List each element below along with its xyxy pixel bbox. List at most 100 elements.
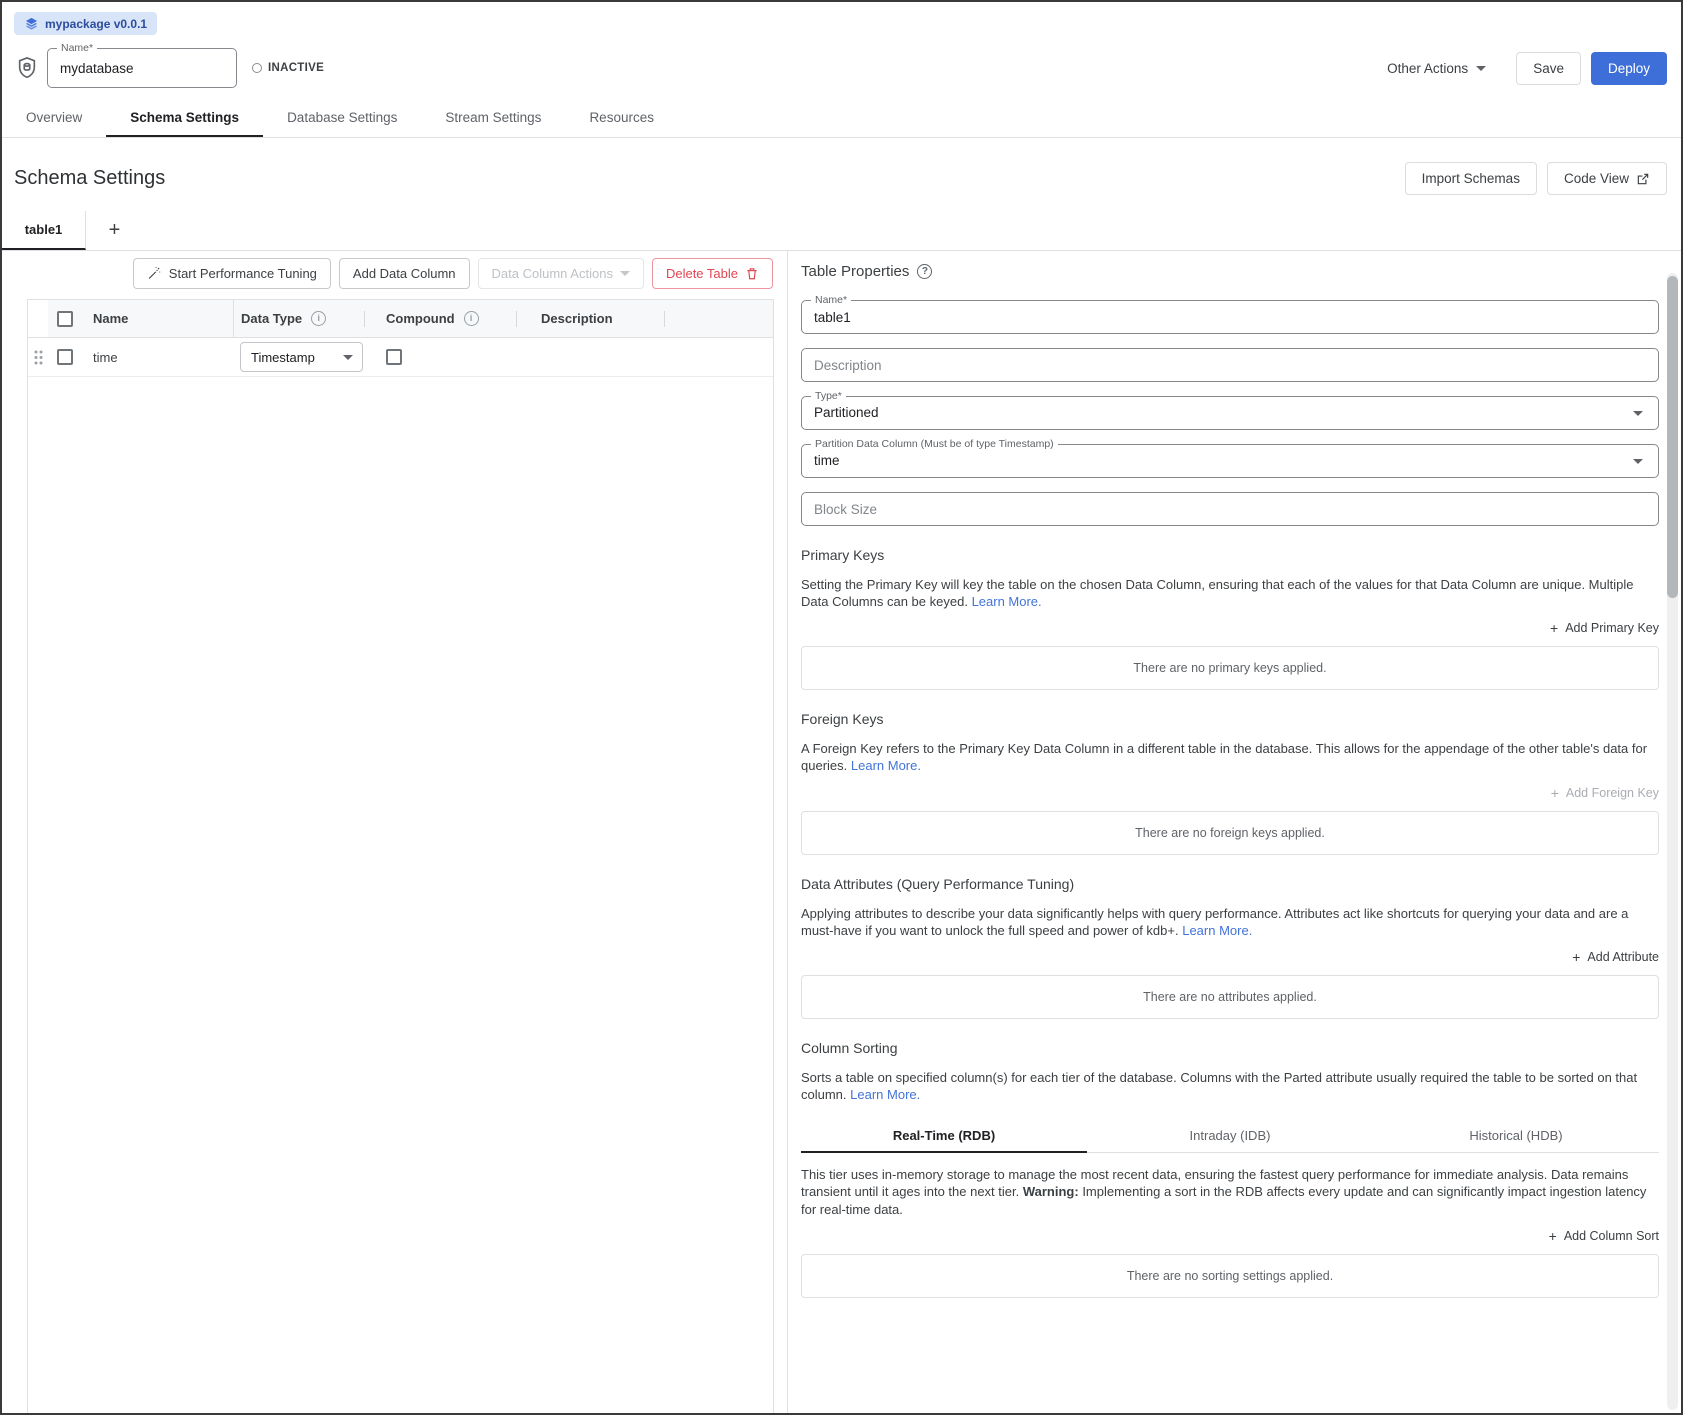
grid-header-main: Name Data Type i Compound i Descrip xyxy=(48,300,773,337)
info-icon[interactable]: i xyxy=(464,311,479,326)
drag-handle[interactable] xyxy=(28,349,48,366)
column-header-description-label: Description xyxy=(541,311,613,326)
page-head-actions: Import Schemas Code View xyxy=(1405,162,1667,195)
chevron-down-icon xyxy=(1476,66,1486,71)
database-name-input[interactable] xyxy=(48,49,236,87)
import-schemas-button[interactable]: Import Schemas xyxy=(1405,162,1537,195)
primary-keys-description: Setting the Primary Key will key the tab… xyxy=(801,576,1659,610)
save-button[interactable]: Save xyxy=(1516,52,1581,85)
columns-toolbar: Start Performance Tuning Add Data Column… xyxy=(2,251,787,299)
row-name-cell: time xyxy=(93,350,233,365)
add-data-column-button[interactable]: Add Data Column xyxy=(339,258,470,289)
deploy-button[interactable]: Deploy xyxy=(1591,52,1667,85)
chevron-down-icon xyxy=(343,355,353,360)
delete-table-button[interactable]: Delete Table xyxy=(652,258,773,289)
foreign-keys-learn-more-link[interactable]: Learn More. xyxy=(851,758,921,773)
column-sorting-title: Column Sorting xyxy=(801,1040,1659,1056)
row-compound-cell xyxy=(370,338,522,376)
nav-tabs: Overview Schema Settings Database Settin… xyxy=(2,100,1681,138)
primary-keys-add-row: + Add Primary Key xyxy=(801,620,1659,636)
tab-real-time-rdb[interactable]: Real-Time (RDB) xyxy=(801,1119,1087,1153)
table-properties-head: Table Properties ? xyxy=(801,263,1659,280)
row-checkbox[interactable] xyxy=(57,349,73,365)
add-attribute-label: Add Attribute xyxy=(1587,950,1659,964)
help-icon[interactable]: ? xyxy=(917,264,932,279)
column-sorting-learn-more-link[interactable]: Learn More. xyxy=(850,1087,920,1102)
magic-wand-icon xyxy=(147,266,162,281)
plus-icon: + xyxy=(1550,620,1558,636)
row-data-type-cell: Timestamp xyxy=(233,338,370,376)
tier-tabs: Real-Time (RDB) Intraday (IDB) Historica… xyxy=(801,1119,1659,1153)
trash-icon xyxy=(745,266,759,281)
package-badge[interactable]: mypackage v0.0.1 xyxy=(14,12,157,35)
add-foreign-key-button[interactable]: + Add Foreign Key xyxy=(1551,785,1659,801)
table-properties-pane: Table Properties ? Name* Type* Partition… xyxy=(788,251,1681,1413)
plus-icon: + xyxy=(1572,949,1580,965)
column-divider xyxy=(516,311,517,327)
foreign-keys-title: Foreign Keys xyxy=(801,711,1659,727)
tab-schema-settings[interactable]: Schema Settings xyxy=(106,100,263,137)
info-icon[interactable]: i xyxy=(311,311,326,326)
column-header-compound-label: Compound xyxy=(386,311,455,326)
data-type-select[interactable]: Timestamp xyxy=(240,342,363,372)
row-description-cell xyxy=(522,338,670,376)
plus-icon: + xyxy=(109,219,121,242)
start-performance-tuning-button[interactable]: Start Performance Tuning xyxy=(133,258,331,289)
data-column-actions-button[interactable]: Data Column Actions xyxy=(478,258,644,289)
data-type-value: Timestamp xyxy=(251,350,315,365)
column-sorting-empty-state: There are no sorting settings applied. xyxy=(801,1254,1659,1298)
open-in-new-icon xyxy=(1636,172,1650,186)
start-performance-tuning-label: Start Performance Tuning xyxy=(169,266,317,281)
primary-keys-learn-more-link[interactable]: Learn More. xyxy=(972,594,1042,609)
tab-stream-settings[interactable]: Stream Settings xyxy=(421,100,565,137)
add-primary-key-button[interactable]: + Add Primary Key xyxy=(1550,620,1659,636)
tab-intraday-idb[interactable]: Intraday (IDB) xyxy=(1087,1119,1373,1153)
table-type-value: Partitioned xyxy=(802,397,1658,429)
chevron-down-icon xyxy=(620,271,630,276)
partition-column-label: Partition Data Column (Must be of type T… xyxy=(811,438,1058,451)
table-row: time Timestamp xyxy=(28,338,773,377)
data-column-actions-label: Data Column Actions xyxy=(492,266,613,281)
attributes-learn-more-link[interactable]: Learn More. xyxy=(1182,923,1252,938)
table-name-label: Name* xyxy=(811,294,851,307)
primary-keys-description-text: Setting the Primary Key will key the tab… xyxy=(801,577,1633,609)
status-label: INACTIVE xyxy=(268,62,324,74)
header: Name* INACTIVE Other Actions Save Deploy xyxy=(2,36,1681,94)
add-table-button[interactable]: + xyxy=(86,211,143,250)
grid-header: Name Data Type i Compound i Descrip xyxy=(28,299,773,338)
rdb-tier-description: This tier uses in-memory storage to mana… xyxy=(801,1166,1659,1217)
delete-table-label: Delete Table xyxy=(666,266,738,281)
row-check-cell xyxy=(48,349,93,365)
table-name-field: Name* xyxy=(801,300,1659,334)
chevron-down-icon xyxy=(1633,411,1643,416)
partition-column-select[interactable]: Partition Data Column (Must be of type T… xyxy=(801,444,1659,478)
content: Start Performance Tuning Add Data Column… xyxy=(2,250,1681,1413)
add-primary-key-label: Add Primary Key xyxy=(1565,621,1659,635)
code-view-button[interactable]: Code View xyxy=(1547,162,1667,195)
tab-database-settings[interactable]: Database Settings xyxy=(263,100,421,137)
tab-historical-hdb[interactable]: Historical (HDB) xyxy=(1373,1119,1659,1153)
other-actions-button[interactable]: Other Actions xyxy=(1387,61,1486,76)
add-attribute-button[interactable]: + Add Attribute xyxy=(1572,949,1659,965)
add-column-sort-label: Add Column Sort xyxy=(1564,1229,1659,1243)
layers-icon xyxy=(24,16,39,31)
badge-row: mypackage v0.0.1 xyxy=(2,2,1681,36)
add-foreign-key-label: Add Foreign Key xyxy=(1566,786,1659,800)
block-size-input[interactable] xyxy=(802,493,1658,525)
tab-overview[interactable]: Overview xyxy=(2,100,106,137)
table-type-select[interactable]: Type* Partitioned xyxy=(801,396,1659,430)
column-sorting-description: Sorts a table on specified column(s) for… xyxy=(801,1069,1659,1103)
attributes-add-row: + Add Attribute xyxy=(801,949,1659,965)
column-header-description: Description xyxy=(522,300,670,337)
columns-pane: Start Performance Tuning Add Data Column… xyxy=(2,251,788,1413)
scrollbar-track[interactable] xyxy=(1667,273,1678,1410)
table-name-input[interactable] xyxy=(802,301,1658,333)
table-description-input[interactable] xyxy=(802,349,1658,381)
scrollbar-thumb[interactable] xyxy=(1667,276,1678,598)
select-all-checkbox[interactable] xyxy=(57,311,73,327)
grid-header-gutter xyxy=(28,300,48,337)
add-column-sort-button[interactable]: + Add Column Sort xyxy=(1549,1228,1659,1244)
tab-table1[interactable]: table1 xyxy=(2,211,86,250)
compound-checkbox[interactable] xyxy=(386,349,402,365)
tab-resources[interactable]: Resources xyxy=(565,100,678,137)
